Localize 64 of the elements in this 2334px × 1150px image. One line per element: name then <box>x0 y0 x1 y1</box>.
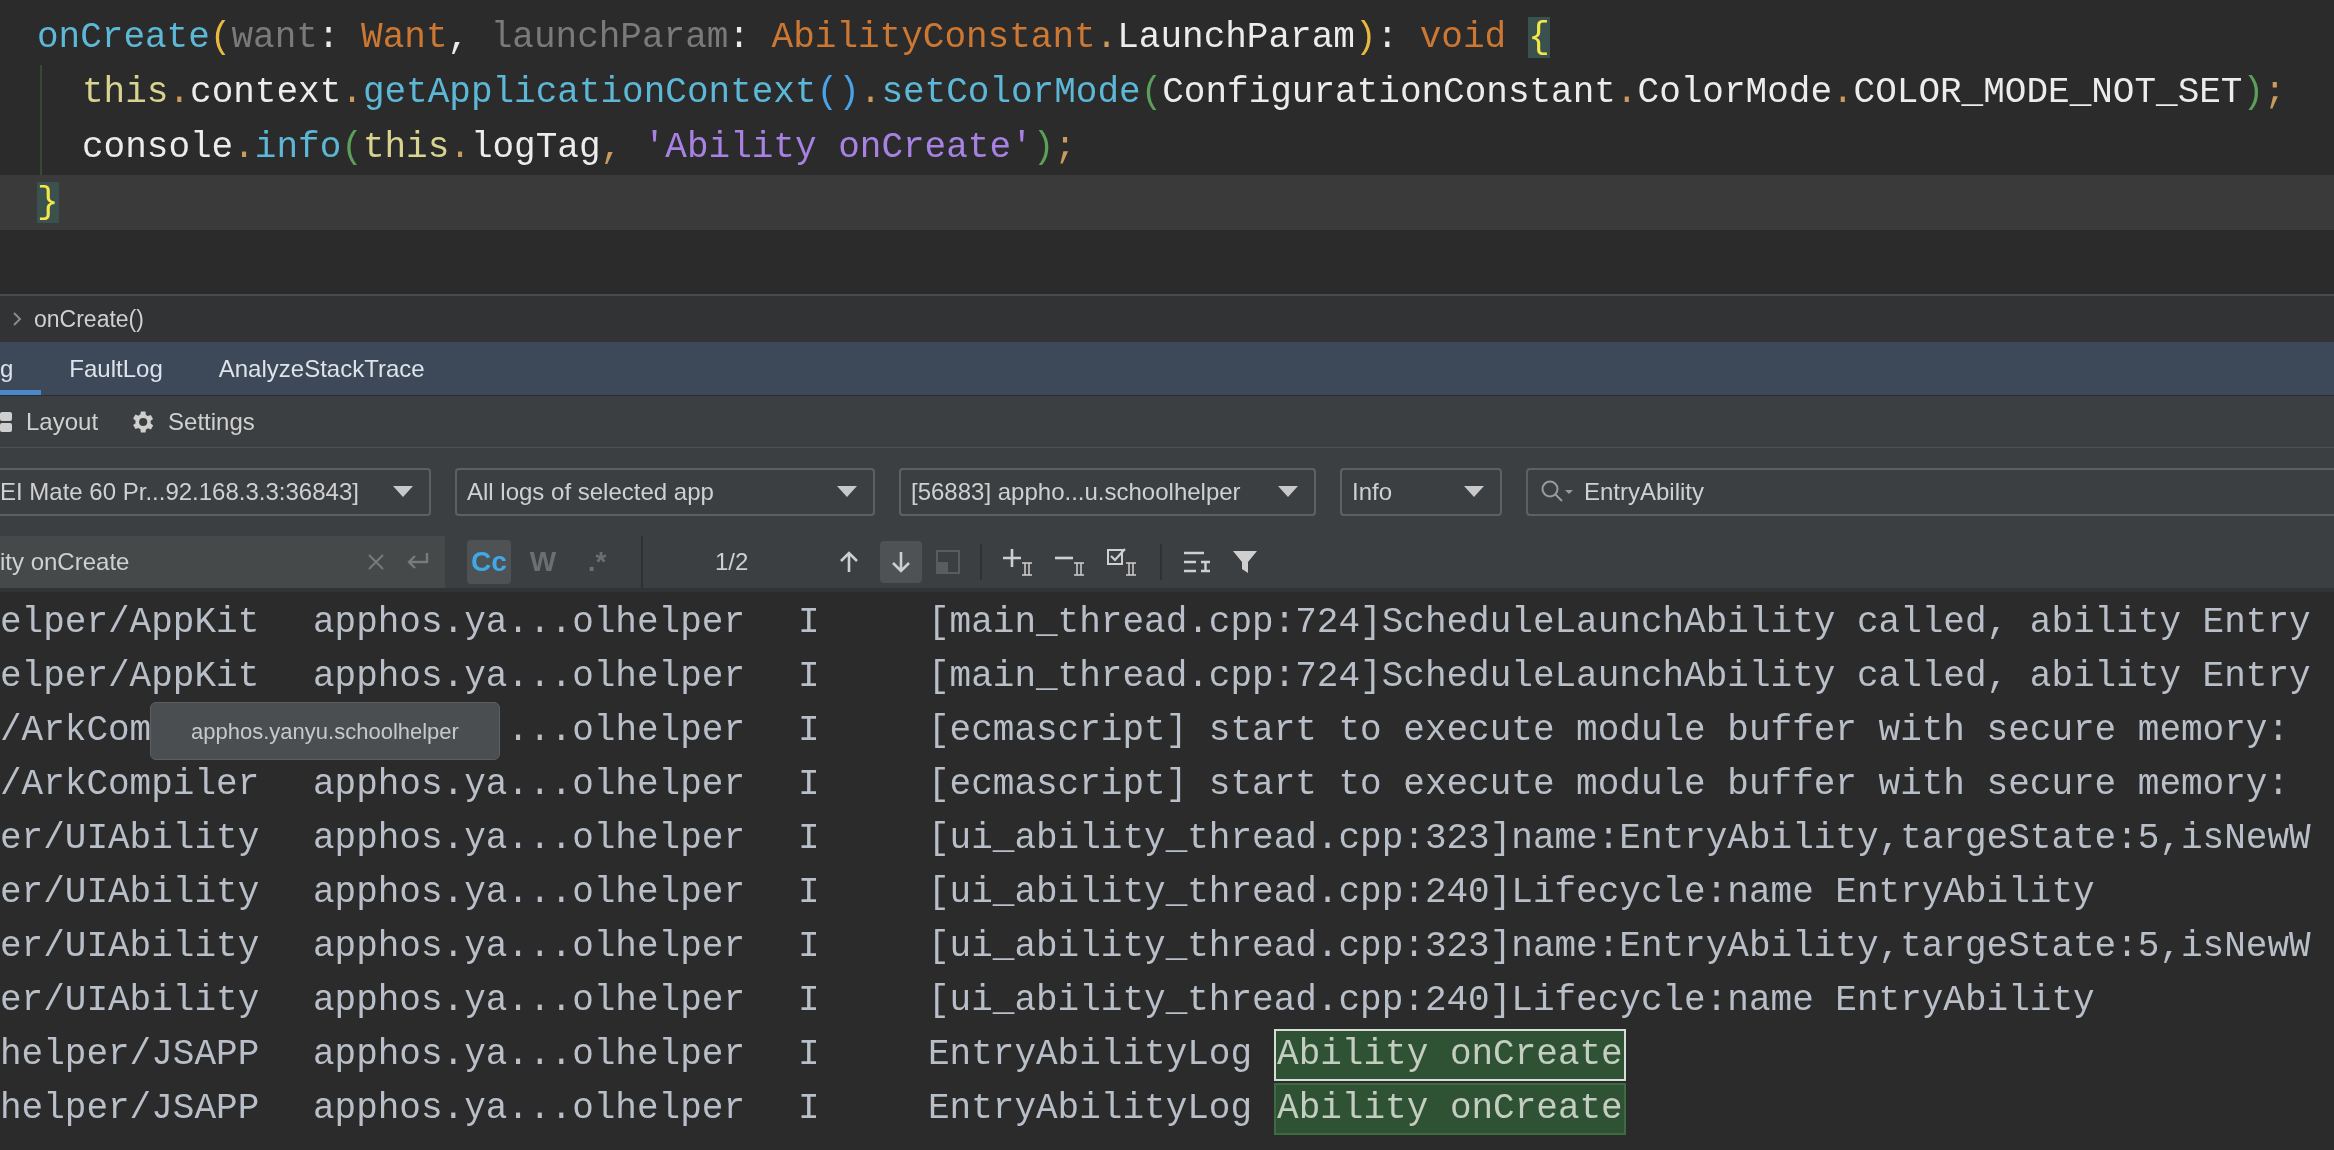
log-level: I <box>798 655 820 699</box>
level-dropdown[interactable]: Info <box>1340 468 1502 516</box>
tooltip: apphos.yanyu.schoolhelper <box>150 702 500 760</box>
log-app: apphos.ya...olhelper <box>312 817 745 861</box>
settings-button[interactable]: Settings <box>118 396 255 447</box>
log-message: [ui_ability_thread.cpp:323]name:EntryAbility,targeState:5,isNewW <box>928 925 2311 969</box>
chevron-icon <box>12 311 22 327</box>
log-app: apphos.ya...olhelper <box>312 763 745 807</box>
search-field[interactable]: EntryAbility <box>1526 468 2334 516</box>
log-app: apphos.ya...olhelper <box>312 1033 745 1077</box>
log-level: I <box>798 871 820 915</box>
log-message: [ui_ability_thread.cpp:323]name:EntryAbility,targeState:5,isNewW <box>928 817 2311 861</box>
next-match-button[interactable] <box>880 541 923 583</box>
log-tag: er/UIAbility <box>0 974 290 1028</box>
log-app: apphos.ya...olhelper <box>312 1087 745 1131</box>
log-level: I <box>798 763 820 807</box>
log-message: [main_thread.cpp:724]ScheduleLaunchAbility called, ability Entry <box>928 655 2311 699</box>
log-tab[interactable]: FaultLog <box>41 342 191 395</box>
log-tag: er/UIAbility <box>0 812 290 866</box>
code-line: this.context.getApplicationContext().setColorMode(ConfigurationConstant.ColorMode.COLOR_MODE_NOT_SET); <box>81 70 2286 115</box>
log-app: apphos.ya...olhelper <box>312 601 745 645</box>
log-level: I <box>798 601 820 645</box>
log-level: I <box>798 817 820 861</box>
search-highlight: Ability onCreate <box>1274 1083 1626 1135</box>
log-message: [ui_ability_thread.cpp:240]Lifecycle:name EntryAbility <box>928 871 2095 915</box>
process-dropdown[interactable]: [56883] appho...u.schoolhelper <box>899 468 1316 516</box>
log-message: EntryAbilityLog <box>928 1033 1253 1077</box>
log-level: I <box>798 979 820 1023</box>
code-line: onCreate(want: Want, launchParam: AbilityConstant.LaunchParam): void { <box>36 15 1550 60</box>
filter-icon[interactable] <box>1232 549 1259 575</box>
log-app: apphos.ya...olhelper <box>312 655 745 699</box>
log-tag: er/UIAbility <box>0 920 290 974</box>
log-message: EntryAbilityLog <box>928 1087 1253 1131</box>
log-tag: helper/JSAPP <box>0 1082 290 1136</box>
caret-icon <box>837 486 857 498</box>
log-app: ...olhelper <box>507 709 745 753</box>
device-dropdown[interactable]: EI Mate 60 Pr...92.168.3.3:36843] <box>0 468 431 516</box>
log-level: I <box>798 709 820 753</box>
log-app: apphos.ya...olhelper <box>312 979 745 1023</box>
log-message: [ecmascript] start to execute module buffer with secure memory: <box>928 763 2290 807</box>
caret-icon <box>393 486 413 498</box>
code-line: console.info(this.logTag, 'Ability onCreate'); <box>81 125 1076 170</box>
log-tag: elper/AppKit <box>0 650 290 704</box>
log-tab[interactable]: AnalyzeStackTrace <box>190 342 453 395</box>
log-scope-dropdown[interactable]: All logs of selected app <box>455 468 875 516</box>
layout-button[interactable]: Layout <box>0 396 119 447</box>
log-level: I <box>798 1087 820 1131</box>
log-tag: elper/AppKit <box>0 596 290 650</box>
layout-icon <box>0 409 14 434</box>
caret-icon <box>1464 486 1484 498</box>
log-level: I <box>798 925 820 969</box>
log-tag: helper/JSAPP <box>0 1028 290 1082</box>
match-count: 1/2 <box>715 547 749 577</box>
log-app: apphos.ya...olhelper <box>312 925 745 969</box>
log-tag: /ArkCompiler <box>0 758 290 812</box>
log-message: [ui_ability_thread.cpp:240]Lifecycle:name EntryAbility <box>928 979 2095 1023</box>
log-tag: er/UIAbility <box>0 866 290 920</box>
log-message: [main_thread.cpp:724]ScheduleLaunchAbility called, ability Entry <box>928 601 2311 645</box>
log-message: [ecmascript] start to execute module buffer with secure memory: <box>928 709 2290 753</box>
breadcrumb-item[interactable]: onCreate() <box>34 301 144 337</box>
log-app: apphos.ya...olhelper <box>312 871 745 915</box>
search-highlight: Ability onCreate <box>1274 1029 1626 1081</box>
caret-icon <box>1278 486 1298 498</box>
log-level: I <box>798 1033 820 1077</box>
